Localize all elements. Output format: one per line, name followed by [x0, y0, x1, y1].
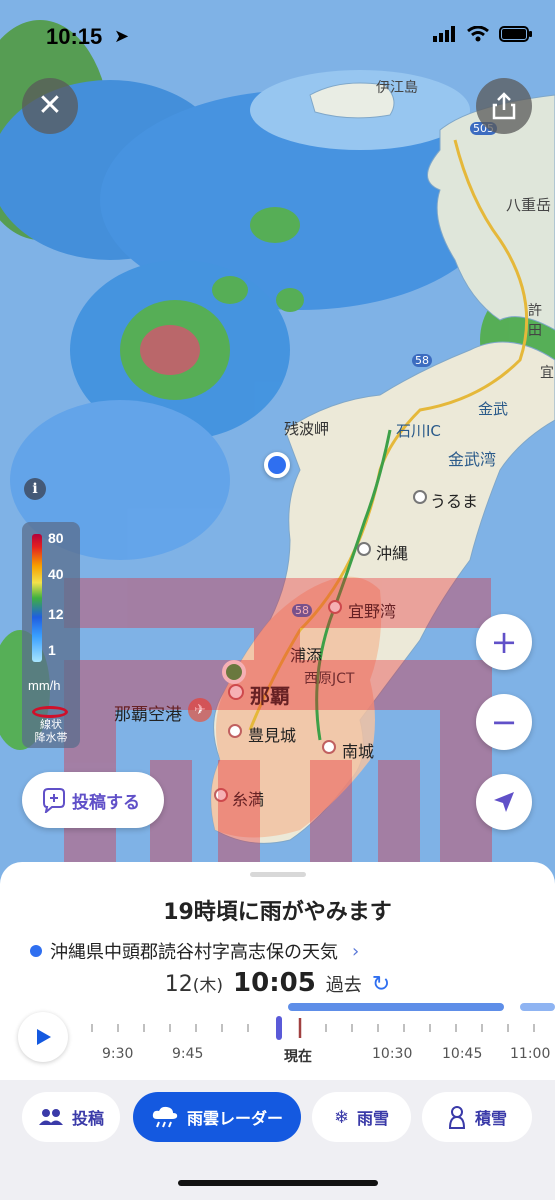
timeline-label-now: 現在	[284, 1049, 312, 1065]
place-itoman: 糸満	[232, 790, 265, 809]
place-marker-ginowan	[328, 600, 342, 614]
place-ginowan: 宜野湾	[348, 602, 397, 621]
place-ishikawa-ic: 石川IC	[396, 422, 441, 440]
play-icon	[37, 1029, 51, 1045]
sheet-grabber[interactable]	[250, 872, 306, 877]
place-okinawa: 沖縄	[376, 544, 409, 563]
place-kyoda: 許田	[528, 303, 542, 339]
forecast-sheet: 19時頃に雨がやみます 沖縄県中頭郡読谷村字高志保の天気 › 12(木) 10:…	[0, 862, 555, 1080]
legend-value-80: 80	[48, 530, 64, 546]
place-marker-tomigusuku	[228, 724, 242, 738]
timeline-label: 9:45	[172, 1046, 204, 1062]
legend-value-12: 12	[48, 606, 64, 622]
place-gushikawa: 宜	[540, 365, 554, 381]
location-dot-icon	[30, 945, 42, 957]
selected-point-marker[interactable]	[222, 660, 246, 684]
place-marker-itoman	[214, 788, 228, 802]
current-location-marker[interactable]	[264, 452, 290, 478]
tab-rain-snow-label: 雨雪	[357, 1109, 390, 1128]
minus-icon: −	[490, 703, 518, 741]
place-kin: 金武	[478, 400, 509, 418]
share-button[interactable]	[476, 78, 532, 134]
people-icon	[38, 1109, 63, 1125]
rain-cloud-icon	[152, 1106, 178, 1128]
bottom-tab-bar: 投稿 雨雲レーダー ❄ 雨雪 積雪	[0, 1080, 555, 1200]
timeline-label: 10:45	[442, 1046, 483, 1062]
tab-post[interactable]: 投稿	[22, 1092, 120, 1142]
zoom-in-button[interactable]: +	[476, 614, 532, 670]
place-uruma: うるま	[430, 492, 479, 511]
legend-unit: mm/h	[28, 678, 61, 693]
time-mode: 過去	[325, 975, 362, 996]
locate-button[interactable]	[476, 774, 532, 830]
place-nishihara-jct: 西原JCT	[304, 671, 355, 687]
post-report-button[interactable]: 投稿する	[22, 772, 164, 828]
location-arrow-icon: ➤	[114, 26, 130, 47]
place-tomigusuku: 豊見城	[248, 726, 297, 745]
rain-legend: 80 40 12 1 mm/h 線状 降水帯	[22, 522, 80, 748]
share-icon	[492, 92, 516, 120]
forecast-message: 19時頃に雨がやみます	[163, 900, 392, 925]
close-button[interactable]: ✕	[22, 78, 78, 134]
place-marker-okinawa	[357, 542, 371, 556]
snowman-icon	[448, 1106, 465, 1129]
linear-band-icon	[32, 706, 68, 718]
status-bar: 10:15 ➤	[0, 0, 555, 72]
time-display: 12(木) 10:05 過去 ↻	[0, 968, 555, 1004]
chevron-right-icon: ›	[352, 940, 360, 962]
display-time: 10:05	[233, 968, 316, 998]
wifi-icon	[467, 25, 489, 46]
signal-icon	[433, 26, 457, 46]
place-yaedake: 八重岳	[506, 196, 552, 214]
refresh-icon[interactable]: ↻	[372, 972, 390, 997]
battery-icon	[499, 26, 533, 46]
place-naha-airport: 那覇空港	[114, 705, 182, 725]
time-slider[interactable]: 9:30 9:45 現在 10:30 10:45 11:00	[80, 1002, 555, 1072]
place-iejima: 伊江島	[376, 80, 418, 96]
timeline-label: 9:30	[102, 1046, 134, 1062]
route-58b-shield: 58	[292, 604, 312, 617]
play-button[interactable]	[18, 1012, 68, 1062]
navigation-arrow-icon	[494, 792, 514, 812]
snow-rain-icon: ❄	[333, 1106, 350, 1128]
place-marker-uruma	[413, 490, 427, 504]
airport-icon: ✈	[188, 698, 212, 722]
location-link[interactable]: 沖縄県中頭郡読谷村字高志保の天気 ›	[30, 938, 359, 964]
tab-post-label: 投稿	[71, 1109, 104, 1128]
timeline-label: 10:30	[372, 1046, 413, 1062]
close-icon: ✕	[37, 88, 63, 123]
legend-color-bar	[32, 534, 42, 662]
place-urasoe: 浦添	[290, 646, 323, 665]
zoom-out-button[interactable]: −	[476, 694, 532, 750]
tab-snow-depth[interactable]: 積雪	[422, 1092, 532, 1142]
add-comment-icon	[43, 788, 65, 813]
place-marker-naha	[228, 684, 244, 700]
place-nanjo: 南城	[342, 742, 375, 761]
timeline-label: 11:00	[510, 1046, 551, 1062]
date-weekday: (木)	[192, 976, 224, 996]
legend-value-1: 1	[48, 642, 56, 658]
legend-value-40: 40	[48, 566, 64, 582]
route-58-shield: 58	[412, 354, 432, 367]
legend-band-label: 線状 降水帯	[34, 718, 68, 744]
post-report-label: 投稿する	[72, 792, 140, 813]
place-kin-bay: 金武湾	[448, 450, 497, 469]
place-naha: 那覇	[250, 684, 290, 708]
tab-rain-radar-label: 雨雲レーダー	[186, 1109, 283, 1128]
tab-rain-snow[interactable]: ❄ 雨雪	[312, 1092, 411, 1142]
status-time: 10:15	[46, 24, 103, 49]
place-zampa: 残波岬	[284, 420, 330, 438]
tab-snow-depth-label: 積雪	[474, 1109, 507, 1128]
date-day: 12	[164, 972, 193, 997]
place-marker-nanjo	[322, 740, 336, 754]
tab-rain-radar[interactable]: 雨雲レーダー	[133, 1092, 301, 1142]
plus-icon: +	[490, 623, 518, 661]
radar-map[interactable]: 伊江島 八重岳 許田 宜 金武 石川IC 金武湾 残波岬 うるま 沖縄 宜野湾 …	[0, 0, 555, 880]
location-name: 沖縄県中頭郡読谷村字高志保の天気	[50, 942, 338, 963]
info-icon[interactable]: i	[24, 478, 46, 500]
home-indicator	[178, 1180, 378, 1186]
